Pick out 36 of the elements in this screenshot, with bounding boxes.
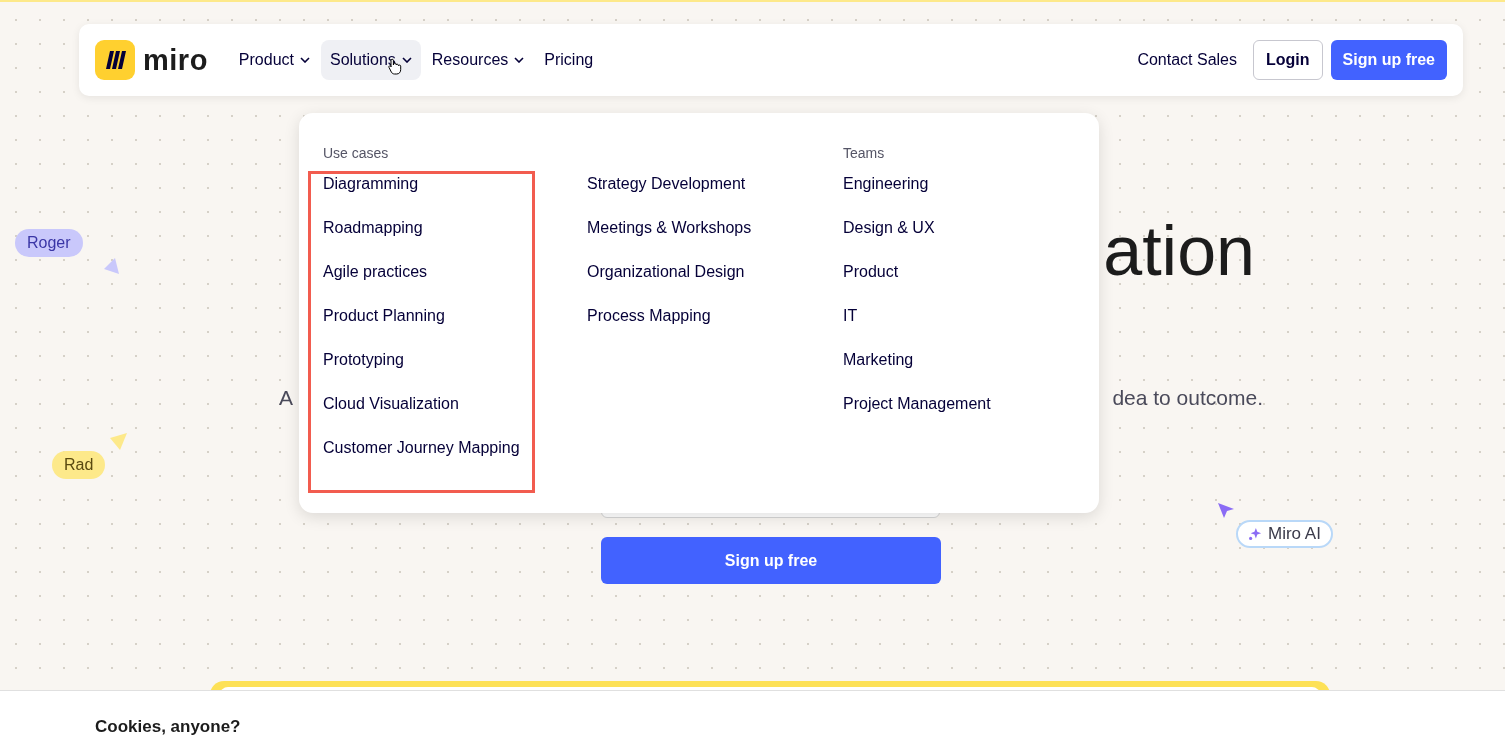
- menu-link[interactable]: Product: [843, 262, 991, 306]
- menu-link[interactable]: Meetings & Workshops: [587, 218, 752, 262]
- nav-menu-item[interactable]: Product: [229, 40, 319, 80]
- menu-link[interactable]: Project Management: [843, 394, 991, 438]
- cookie-title: Cookies, anyone?: [95, 717, 241, 735]
- ai-chip[interactable]: Miro AI: [1236, 520, 1333, 548]
- menu-link[interactable]: Cloud Visualization: [323, 394, 520, 438]
- column-heading: Use cases: [323, 145, 390, 163]
- menu-link[interactable]: Engineering: [843, 174, 991, 218]
- menu-link[interactable]: Agile practices: [323, 262, 520, 306]
- cursor-name-tag: Rad: [52, 451, 106, 479]
- menu-link[interactable]: Process Mapping: [587, 306, 752, 350]
- hero-heading: ation: [1103, 211, 1255, 292]
- menu-link[interactable]: Marketing: [843, 350, 991, 394]
- signup-button[interactable]: Sign up free: [601, 537, 941, 584]
- cursor-name-tag: Roger: [15, 229, 83, 257]
- signup-button[interactable]: Sign up free: [1330, 40, 1447, 80]
- menu-link[interactable]: Organizational Design: [587, 262, 752, 306]
- menu-link[interactable]: Strategy Development: [587, 174, 752, 218]
- menu-link[interactable]: Design & UX: [843, 218, 991, 262]
- login-button[interactable]: Login: [1253, 40, 1323, 80]
- logo-wordmark[interactable]: miro: [143, 43, 208, 77]
- menu-link[interactable]: IT: [843, 306, 991, 350]
- hero-subtitle: A: [279, 386, 293, 410]
- menu-link[interactable]: Prototyping: [323, 350, 520, 394]
- menu-link[interactable]: Product Planning: [323, 306, 520, 350]
- column-heading: Teams: [843, 145, 886, 163]
- ai-label: Miro AI: [1268, 524, 1321, 544]
- menu-link[interactable]: Roadmapping: [323, 218, 520, 262]
- menu-link[interactable]: Diagramming: [323, 174, 520, 218]
- contact-sales-link[interactable]: Contact Sales: [1137, 51, 1237, 69]
- hero-subtitle: dea to outcome.: [1112, 386, 1263, 410]
- nav-menu-item[interactable]: Pricing: [535, 40, 603, 80]
- menu-link[interactable]: Customer Journey Mapping: [323, 438, 520, 482]
- nav-menu-item[interactable]: Resources: [422, 40, 534, 80]
- nav-menu-item[interactable]: Solutions: [321, 40, 421, 80]
